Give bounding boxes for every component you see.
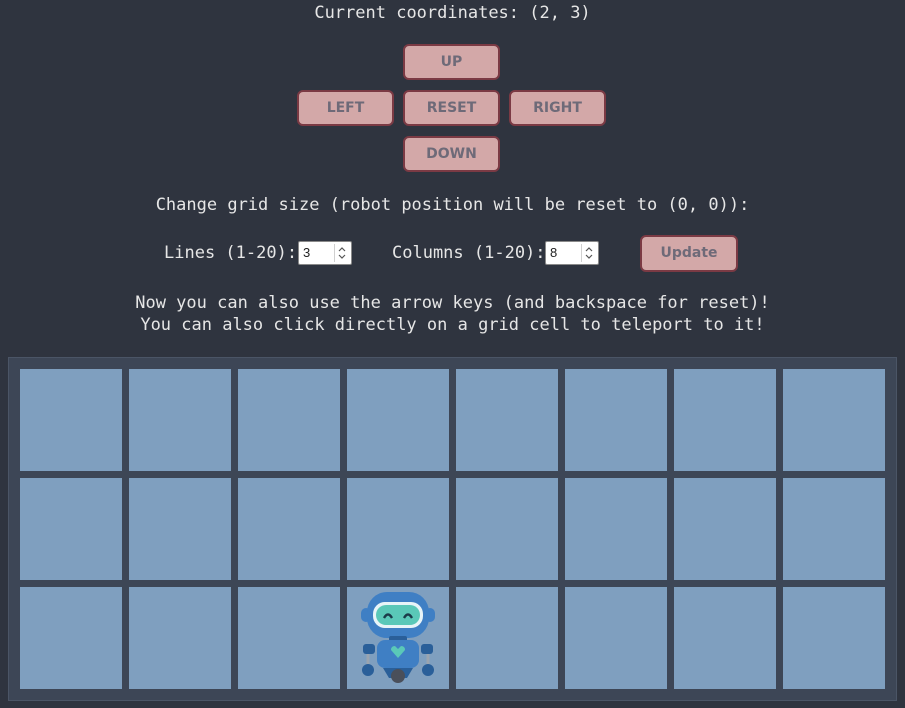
- grid-cell[interactable]: [565, 587, 667, 689]
- grid-cell[interactable]: [565, 369, 667, 471]
- lines-label: Lines (1-20):: [164, 243, 298, 263]
- lines-spinner-icon[interactable]: [334, 244, 349, 262]
- lines-value: 3: [303, 245, 311, 260]
- grid-cell[interactable]: [674, 478, 776, 580]
- columns-label: Columns (1-20):: [392, 243, 546, 263]
- columns-value: 8: [550, 245, 558, 260]
- grid-cell[interactable]: [129, 587, 231, 689]
- info-keyboard: Now you can also use the arrow keys (and…: [135, 293, 770, 313]
- grid-cell[interactable]: [129, 478, 231, 580]
- grid-cell[interactable]: [20, 478, 122, 580]
- grid-cell[interactable]: [456, 369, 558, 471]
- current-coordinates: Current coordinates: (2, 3): [314, 3, 591, 23]
- grid-cell[interactable]: [20, 587, 122, 689]
- grid-cell[interactable]: [238, 478, 340, 580]
- grid-cell[interactable]: [674, 587, 776, 689]
- up-button[interactable]: UP: [403, 44, 500, 80]
- down-button[interactable]: DOWN: [403, 136, 500, 172]
- grid-cell[interactable]: [783, 587, 885, 689]
- lines-input[interactable]: 3: [298, 241, 352, 265]
- grid-cell[interactable]: [347, 369, 449, 471]
- grid-cell[interactable]: [456, 587, 558, 689]
- columns-spinner-icon[interactable]: [581, 244, 596, 262]
- grid-cell[interactable]: [238, 369, 340, 471]
- grid-cell[interactable]: [238, 587, 340, 689]
- grid-cell[interactable]: [129, 369, 231, 471]
- reset-button[interactable]: RESET: [403, 90, 500, 126]
- right-button[interactable]: RIGHT: [509, 90, 606, 126]
- grid-cell[interactable]: [347, 478, 449, 580]
- grid-cell[interactable]: [456, 478, 558, 580]
- columns-input[interactable]: 8: [545, 241, 599, 265]
- grid-cell[interactable]: [783, 369, 885, 471]
- update-button[interactable]: Update: [640, 235, 738, 272]
- robot-grid: [8, 357, 897, 701]
- grid-cell[interactable]: [674, 369, 776, 471]
- grid-cell[interactable]: [347, 587, 449, 689]
- grid-cell[interactable]: [783, 478, 885, 580]
- left-button[interactable]: LEFT: [297, 90, 394, 126]
- grid-cell[interactable]: [565, 478, 667, 580]
- grid-size-instructions: Change grid size (robot position will be…: [155, 195, 750, 215]
- robot-icon: [361, 592, 435, 683]
- info-teleport: You can also click directly on a grid ce…: [140, 315, 765, 335]
- grid-cell[interactable]: [20, 369, 122, 471]
